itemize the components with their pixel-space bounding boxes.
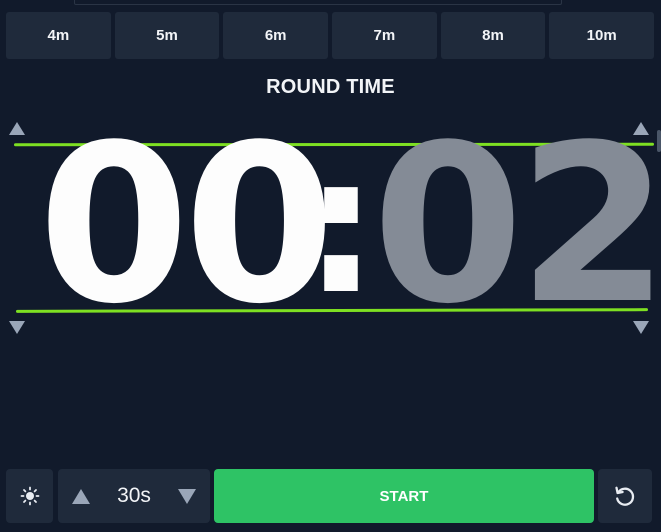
top-strip xyxy=(74,0,562,5)
preset-5m-button[interactable]: 5m xyxy=(114,12,220,59)
preset-10m-button[interactable]: 10m xyxy=(549,12,655,59)
timer-seconds[interactable]: 02 xyxy=(372,117,661,335)
interval-increment-icon[interactable] xyxy=(72,488,90,504)
timer-separator: : xyxy=(303,115,379,336)
control-bar: 30s START xyxy=(6,469,654,523)
interval-decrement-icon[interactable] xyxy=(178,488,196,504)
reset-button[interactable] xyxy=(598,469,652,523)
preset-4m-button[interactable]: 4m xyxy=(6,12,111,59)
interval-stepper: 30s xyxy=(58,469,210,523)
reset-icon xyxy=(615,486,635,506)
preset-8m-button[interactable]: 8m xyxy=(440,12,546,59)
timer-display: 00 : 02 xyxy=(0,115,661,336)
timer-app: 4m 5m 6m 7m 8m 10m ROUND TIME 00 : 02 30… xyxy=(0,0,661,532)
interval-value: 30s xyxy=(117,484,151,507)
brightness-button[interactable] xyxy=(6,469,53,523)
preset-bar: 4m 5m 6m 7m 8m 10m xyxy=(6,12,655,59)
scrollbar-thumb[interactable] xyxy=(657,130,661,152)
preset-7m-button[interactable]: 7m xyxy=(332,12,437,59)
preset-6m-button[interactable]: 6m xyxy=(223,12,329,59)
round-time-title: ROUND TIME xyxy=(266,76,395,98)
sun-icon xyxy=(20,486,39,506)
start-button[interactable]: START xyxy=(214,469,594,523)
timer-minutes[interactable]: 00 xyxy=(38,117,335,335)
